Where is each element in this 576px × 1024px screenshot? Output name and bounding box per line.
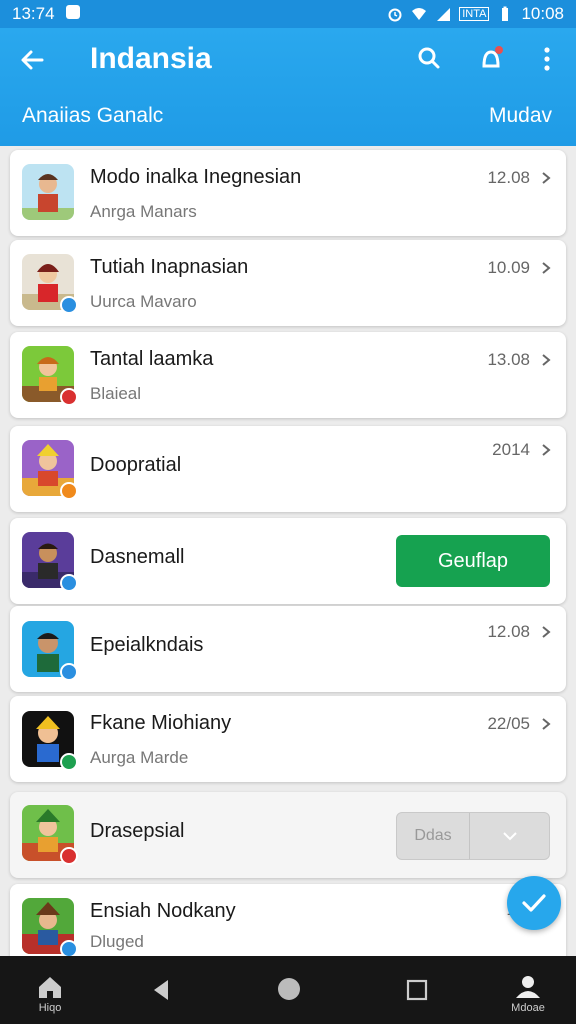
page-title: Indansia xyxy=(90,42,212,75)
item-name: Doopratial xyxy=(90,454,182,476)
avatar xyxy=(22,711,78,771)
chevron-right-icon xyxy=(542,444,551,456)
chevron-right-icon xyxy=(542,718,551,730)
status-badge xyxy=(60,753,78,771)
item-time: 12.08 xyxy=(487,622,530,641)
item-name: Epeialkndais xyxy=(90,634,204,656)
status-badge xyxy=(60,296,78,314)
list-item[interactable]: Tutiah Inapnasian Uurca Mavaro 10.09 xyxy=(10,240,566,326)
split-button-label[interactable]: Ddas xyxy=(397,813,470,859)
nav-home-label: Hiqo xyxy=(38,1002,62,1014)
item-time: 10.09 xyxy=(487,258,530,277)
item-time: 22/05 xyxy=(487,714,530,733)
bottom-navigation: Hiqo Mdoae xyxy=(0,956,576,1024)
item-action-button[interactable]: Geuflap xyxy=(396,535,550,587)
list-item[interactable]: Drasepsial Ddas xyxy=(10,792,566,878)
signal-icon xyxy=(437,8,451,21)
item-subtitle: Blaieal xyxy=(90,384,142,403)
nav-home[interactable]: Hiqo xyxy=(30,956,70,1024)
chevron-right-icon xyxy=(542,626,551,638)
avatar xyxy=(22,621,78,681)
app-bar: Indansia Anaiias Ganalc Mudav xyxy=(0,28,576,146)
check-icon xyxy=(522,894,546,912)
avatar xyxy=(22,898,78,956)
item-split-button[interactable]: Ddas xyxy=(396,812,550,860)
avatar xyxy=(22,254,78,314)
nav-home-button[interactable] xyxy=(272,956,306,1024)
conversation-list: Modo inalka Inegnesian Anrga Manars 12.0… xyxy=(0,146,576,956)
list-item[interactable]: Tantal laamka Blaieal 13.08 xyxy=(10,332,566,418)
nav-profile[interactable]: Mdoae xyxy=(506,956,550,1024)
item-subtitle: Anrga Manars xyxy=(90,202,197,221)
battery-icon xyxy=(502,6,509,21)
nav-profile-label: Mdoae xyxy=(511,1002,545,1014)
chevron-right-icon xyxy=(542,172,551,184)
item-subtitle: Uurca Mavaro xyxy=(90,292,197,311)
item-name: Ensiah Nodkany xyxy=(90,900,236,922)
avatar xyxy=(22,440,78,500)
circle-home-icon xyxy=(278,978,300,1000)
status-badge xyxy=(60,940,78,956)
list-item[interactable]: Fkane Miohiany Aurga Marde 22/05 xyxy=(10,696,566,782)
profile-icon xyxy=(516,976,540,998)
status-badge xyxy=(60,847,78,865)
list-item[interactable]: Ensiah Nodkany Dluged 12. xyxy=(10,884,566,956)
notifications-icon[interactable] xyxy=(476,44,506,74)
app-bar-action[interactable]: Mudav xyxy=(489,104,552,128)
app-bar-subtitle: Anaiias Ganalc xyxy=(22,104,164,127)
alarm-icon xyxy=(388,8,402,22)
avatar xyxy=(22,532,78,592)
chevron-right-icon xyxy=(542,354,551,366)
item-name: Drasepsial xyxy=(90,820,185,842)
avatar xyxy=(22,164,74,220)
item-subtitle: Aurga Marde xyxy=(90,748,189,767)
back-triangle-icon xyxy=(154,980,168,1000)
item-name: Tantal laamka xyxy=(90,348,214,370)
notification-icon xyxy=(66,5,80,19)
confirm-fab[interactable] xyxy=(507,876,561,930)
chevron-down-icon xyxy=(502,832,517,841)
item-time: 13.08 xyxy=(487,350,530,369)
status-badge xyxy=(60,574,78,592)
list-item[interactable]: Epeialkndais 12.08 xyxy=(10,606,566,692)
item-name: Fkane Miohiany xyxy=(90,712,232,734)
status-badge xyxy=(60,663,78,681)
back-arrow-icon[interactable] xyxy=(18,46,46,74)
item-name: Tutiah Inapnasian xyxy=(90,256,249,278)
nav-recents[interactable] xyxy=(402,956,432,1024)
more-options-icon[interactable] xyxy=(532,44,562,74)
list-item[interactable]: Modo inalka Inegnesian Anrga Manars 12.0… xyxy=(10,150,566,236)
status-badge xyxy=(60,482,78,500)
list-item[interactable]: Doopratial 2014 xyxy=(10,426,566,512)
status-time: 13:74 xyxy=(12,4,55,23)
chevron-right-icon xyxy=(542,262,551,274)
nav-back[interactable] xyxy=(146,956,176,1024)
item-time: 2014 xyxy=(492,440,530,459)
status-bar: 13:74 INTA 10:08 xyxy=(0,0,576,28)
battery-label: INTA xyxy=(459,7,490,21)
avatar xyxy=(22,346,78,406)
home-icon xyxy=(39,977,61,998)
item-name: Dasnemall xyxy=(90,546,185,568)
list-item[interactable]: Dasnemall Geuflap xyxy=(10,518,566,604)
avatar xyxy=(22,805,78,865)
recents-square-icon xyxy=(406,979,428,1001)
item-time: 12.08 xyxy=(487,168,530,187)
item-subtitle: Dluged xyxy=(90,932,144,951)
status-badge xyxy=(60,388,78,406)
wifi-icon xyxy=(412,8,427,20)
split-button-dropdown[interactable] xyxy=(470,813,549,859)
search-icon[interactable] xyxy=(414,44,444,74)
status-time-right: 10:08 xyxy=(521,4,564,23)
item-name: Modo inalka Inegnesian xyxy=(90,166,302,188)
